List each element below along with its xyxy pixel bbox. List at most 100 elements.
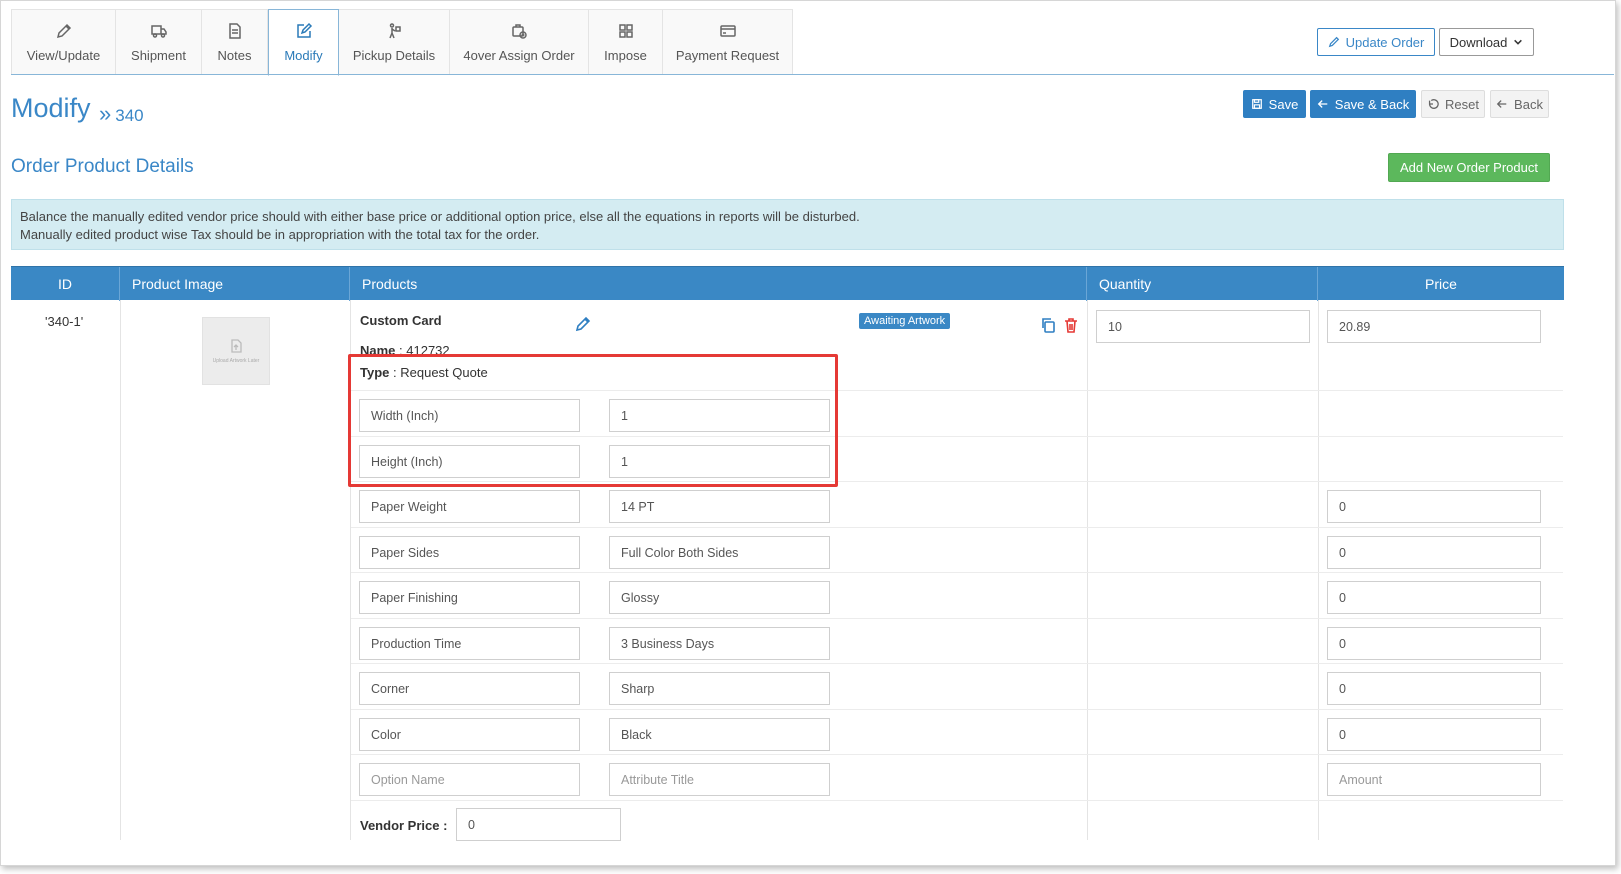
product-thumbnail[interactable]: Upload Artwork Later xyxy=(202,317,270,385)
row-divider xyxy=(351,754,1563,755)
add-new-order-product-button[interactable]: Add New Order Product xyxy=(1388,153,1550,182)
price-input[interactable]: 20.89 xyxy=(1327,310,1541,343)
tab-label: View/Update xyxy=(26,48,101,63)
tab-pickup-details[interactable]: Pickup Details xyxy=(339,9,450,75)
app-window: View/Update Shipment Notes Modify Pickup… xyxy=(0,0,1616,866)
tab-label: Modify xyxy=(284,48,323,63)
option-name-input[interactable]: Paper Finishing xyxy=(359,581,580,614)
assign-icon xyxy=(512,24,527,39)
new-amount-input[interactable]: Amount xyxy=(1327,763,1541,796)
header-price: Price xyxy=(1425,276,1457,292)
option-value-input[interactable]: Black xyxy=(609,718,830,751)
new-option-name-input[interactable]: Option Name xyxy=(359,763,580,796)
row-divider xyxy=(351,527,1563,528)
option-value-input[interactable]: 14 PT xyxy=(609,490,830,523)
tab-label: Pickup Details xyxy=(352,48,436,63)
pencil-icon xyxy=(1328,36,1339,48)
row-divider xyxy=(351,800,1563,801)
card-icon xyxy=(719,25,736,37)
option-price-input[interactable]: 0 xyxy=(1327,672,1541,705)
back-button[interactable]: Back xyxy=(1490,90,1549,118)
trash-icon xyxy=(1065,318,1077,333)
vendor-price-label: Vendor Price : xyxy=(360,818,448,833)
option-value-input[interactable]: Glossy xyxy=(609,581,830,614)
quantity-input[interactable]: 10 xyxy=(1096,310,1310,343)
option-value-input[interactable]: Sharp xyxy=(609,672,830,705)
copy-product-button[interactable] xyxy=(1040,317,1056,336)
row-divider xyxy=(351,572,1563,573)
option-name-input[interactable]: Production Time xyxy=(359,627,580,660)
tab-label: Impose xyxy=(604,48,647,63)
option-name-input[interactable]: Paper Sides xyxy=(359,536,580,569)
section-title: Order Product Details xyxy=(11,156,194,177)
breadcrumb: » 340 xyxy=(99,101,144,127)
save-back-button[interactable]: Save & Back xyxy=(1310,90,1416,118)
tab-label: Shipment xyxy=(131,48,186,63)
back-label: Back xyxy=(1514,96,1543,112)
tab-modify[interactable]: Modify xyxy=(268,9,339,76)
tab-payment-request[interactable]: Payment Request xyxy=(663,9,793,75)
document-icon xyxy=(228,23,241,39)
column-divider xyxy=(1087,300,1088,840)
grid-icon xyxy=(618,24,633,38)
row-divider xyxy=(351,663,1563,664)
vendor-price-input[interactable]: 0 xyxy=(456,808,621,841)
arrow-left-icon xyxy=(1496,100,1507,108)
option-price-input[interactable]: 0 xyxy=(1327,490,1541,523)
option-name-input[interactable]: Paper Weight xyxy=(359,490,580,523)
option-name-input[interactable]: Color xyxy=(359,718,580,751)
product-name: Custom Card xyxy=(360,313,442,328)
option-name-input[interactable]: Corner xyxy=(359,672,580,705)
alert-line: Balance the manually edited vendor price… xyxy=(20,209,860,224)
chevron-down-icon xyxy=(1514,39,1523,45)
tab-notes[interactable]: Notes xyxy=(202,9,268,75)
tab-bar: View/Update Shipment Notes Modify Pickup… xyxy=(11,9,793,76)
tab-label: Notes xyxy=(217,48,252,63)
tab-view-update[interactable]: View/Update xyxy=(11,9,116,75)
person-pickup-icon xyxy=(389,23,401,39)
save-label: Save xyxy=(1268,96,1299,112)
option-value-input[interactable]: 3 Business Days xyxy=(609,627,830,660)
double-chevron-icon: » xyxy=(99,101,112,126)
order-number: 340 xyxy=(115,106,144,125)
edit-product-button[interactable] xyxy=(575,316,591,335)
option-value-input[interactable]: Full Color Both Sides xyxy=(609,536,830,569)
delete-product-button[interactable] xyxy=(1063,317,1079,336)
option-price-input[interactable]: 0 xyxy=(1327,536,1541,569)
column-divider xyxy=(120,300,121,840)
header-product-image: Product Image xyxy=(120,267,350,301)
floppy-icon xyxy=(1251,99,1262,109)
header-products: Products xyxy=(350,267,1087,301)
save-button[interactable]: Save xyxy=(1243,90,1306,118)
annotation-highlight-box xyxy=(348,354,838,487)
tab-label: 4over Assign Order xyxy=(463,48,575,63)
truck-icon xyxy=(150,25,167,38)
product-id: '340-1' xyxy=(45,314,84,329)
tab-4over-assign-order[interactable]: 4over Assign Order xyxy=(450,9,589,75)
copy-icon xyxy=(1042,318,1055,333)
download-label: Download xyxy=(1449,34,1508,50)
edit-square-icon xyxy=(296,22,312,38)
page-title: Modify xyxy=(11,93,91,123)
reset-button[interactable]: Reset xyxy=(1421,90,1485,118)
new-attribute-title-input[interactable]: Attribute Title xyxy=(609,763,830,796)
alert-line: Manually edited product wise Tax should … xyxy=(20,227,540,242)
tab-shipment[interactable]: Shipment xyxy=(116,9,202,75)
reset-label: Reset xyxy=(1445,96,1479,112)
column-divider xyxy=(1318,300,1319,840)
update-order-button[interactable]: Update Order xyxy=(1317,28,1435,56)
info-alert: Balance the manually edited vendor price… xyxy=(11,199,1564,250)
undo-icon xyxy=(1428,99,1439,109)
update-order-label: Update Order xyxy=(1345,34,1425,50)
download-dropdown[interactable]: Download xyxy=(1439,28,1534,56)
tab-impose[interactable]: Impose xyxy=(589,9,663,75)
option-price-input[interactable]: 0 xyxy=(1327,627,1541,660)
arrow-left-icon xyxy=(1317,100,1328,108)
add-product-label: Add New Order Product xyxy=(1399,160,1538,175)
header-id: ID xyxy=(11,267,120,301)
pencil-icon xyxy=(56,23,71,39)
option-price-input[interactable]: 0 xyxy=(1327,581,1541,614)
option-price-input[interactable]: 0 xyxy=(1327,718,1541,751)
row-divider xyxy=(351,618,1563,619)
header-quantity: Quantity xyxy=(1087,267,1318,301)
